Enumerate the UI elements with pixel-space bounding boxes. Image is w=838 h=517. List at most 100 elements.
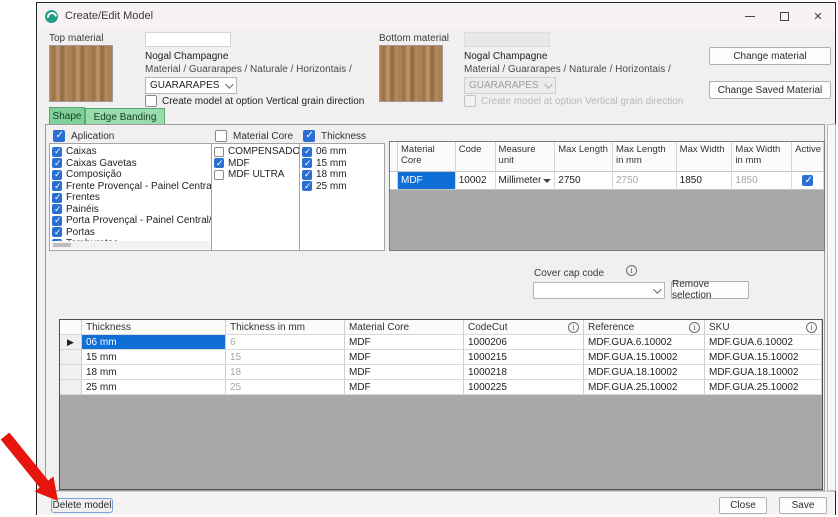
cell-thickness[interactable]: 15 mm	[82, 350, 226, 365]
change-material-button[interactable]: Change material	[709, 47, 831, 65]
cell-reference[interactable]: MDF.GUA.15.10002	[584, 350, 705, 365]
panel-vertical-scrollbar[interactable]	[827, 124, 836, 491]
checkbox[interactable]	[214, 158, 224, 168]
list-item[interactable]: Portas	[52, 227, 212, 239]
cell-sku[interactable]: MDF.GUA.6.10002	[705, 335, 822, 350]
cell-codecut[interactable]: 1000225	[464, 380, 584, 395]
chevron-down-icon	[225, 80, 233, 88]
list-item[interactable]: 06 mm	[302, 146, 384, 158]
dropdown-arrow-icon[interactable]	[543, 179, 551, 183]
vertical-grain-checkbox[interactable]	[145, 95, 157, 107]
cell-reference[interactable]: MDF.GUA.6.10002	[584, 335, 705, 350]
checkbox[interactable]	[52, 181, 62, 191]
cell-material-core[interactable]: MDF	[345, 365, 464, 380]
list-item[interactable]: Caixas Gavetas	[52, 158, 212, 170]
bottom-material-brand-select: GUARARAPES	[464, 77, 556, 94]
active-checkbox[interactable]	[802, 175, 813, 186]
cover-cap-code-label: Cover cap code	[534, 268, 604, 279]
change-saved-material-button[interactable]: Change Saved Material	[709, 81, 831, 99]
cell-sku[interactable]: MDF.GUA.18.10002	[705, 365, 822, 380]
list-item[interactable]: Composição	[52, 169, 212, 181]
row-gutter	[390, 172, 398, 190]
list-item[interactable]: Porta Provençal - Painel Central/Traseir…	[52, 215, 212, 227]
application-listbox[interactable]: Caixas Caixas Gavetas Composição Frente …	[49, 143, 213, 251]
list-item[interactable]: Frentes	[52, 192, 212, 204]
maximize-button[interactable]	[767, 3, 801, 29]
table-row[interactable]: 25 mm 25 MDF 1000225 MDF.GUA.25.10002 MD…	[60, 380, 822, 395]
remove-selection-button[interactable]: Remove selection	[671, 281, 749, 299]
row-selector[interactable]	[60, 365, 82, 380]
list-item[interactable]: MDF ULTRA	[214, 169, 302, 181]
size-table-row[interactable]: MDF 10002 Millimeter 2750 2750 1850 1850	[390, 172, 824, 190]
cell-material-core[interactable]: MDF	[345, 350, 464, 365]
application-group-header[interactable]: Aplication	[53, 130, 114, 142]
delete-model-button[interactable]: Delete model	[51, 498, 113, 513]
row-selector[interactable]: ▶	[60, 335, 82, 350]
cell-sku[interactable]: MDF.GUA.15.10002	[705, 350, 822, 365]
horizontal-scrollbar[interactable]	[51, 241, 211, 249]
checkbox[interactable]	[52, 193, 62, 203]
list-item[interactable]: Painéis	[52, 204, 212, 216]
close-button[interactable]: ✕	[801, 3, 835, 29]
cell-thickness[interactable]: 18 mm	[82, 365, 226, 380]
top-grain-checkbox-row[interactable]: Create model at option Vertical grain di…	[145, 95, 364, 107]
cover-cap-code-select[interactable]	[533, 282, 665, 299]
cell-max-width[interactable]: 1850	[677, 172, 733, 190]
checkbox[interactable]	[214, 147, 224, 157]
checkbox[interactable]	[52, 204, 62, 214]
title-bar[interactable]: Create/Edit Model ✕	[37, 3, 835, 29]
cell-max-length[interactable]: 2750	[555, 172, 613, 190]
cell-reference[interactable]: MDF.GUA.25.10002	[584, 380, 705, 395]
list-item[interactable]: 18 mm	[302, 169, 384, 181]
material-core-checkbox[interactable]	[215, 130, 227, 142]
checkbox[interactable]	[302, 170, 312, 180]
cell-codecut[interactable]: 1000206	[464, 335, 584, 350]
row-selector[interactable]	[60, 350, 82, 365]
cell-measure-unit[interactable]: Millimeter	[496, 172, 556, 190]
thickness-group-header[interactable]: Thickness	[303, 130, 366, 142]
checkbox[interactable]	[52, 227, 62, 237]
cell-reference[interactable]: MDF.GUA.18.10002	[584, 365, 705, 380]
top-material-brand-select[interactable]: GUARARAPES	[145, 77, 237, 94]
material-core-listbox[interactable]: COMPENSADO MDF MDF ULTRA	[211, 143, 303, 251]
scrollbar-thumb[interactable]	[53, 243, 71, 247]
checkbox[interactable]	[52, 170, 62, 180]
cell-codecut[interactable]: 1000215	[464, 350, 584, 365]
table-row[interactable]: 18 mm 18 MDF 1000218 MDF.GUA.18.10002 MD…	[60, 365, 822, 380]
row-selector[interactable]	[60, 380, 82, 395]
list-item[interactable]: Frente Provençal - Painel Central/Trasei…	[52, 181, 212, 193]
list-item[interactable]: MDF	[214, 158, 302, 170]
table-row[interactable]: 15 mm 15 MDF 1000215 MDF.GUA.15.10002 MD…	[60, 350, 822, 365]
cell-active[interactable]	[792, 172, 824, 190]
tab-shape[interactable]: Shape	[49, 107, 85, 124]
checkbox[interactable]	[52, 216, 62, 226]
checkbox[interactable]	[302, 181, 312, 191]
material-core-group-header[interactable]: Material Core	[215, 130, 293, 142]
application-checkbox[interactable]	[53, 130, 65, 142]
thickness-listbox[interactable]: 06 mm 15 mm 18 mm 25 mm	[299, 143, 385, 251]
list-item[interactable]: 15 mm	[302, 158, 384, 170]
cell-code[interactable]: 10002	[456, 172, 496, 190]
thickness-checkbox[interactable]	[303, 130, 315, 142]
cell-material-core[interactable]: MDF	[345, 335, 464, 350]
top-material-name-input[interactable]	[145, 32, 231, 47]
checkbox[interactable]	[302, 158, 312, 168]
minimize-button[interactable]	[733, 3, 767, 29]
checkbox[interactable]	[52, 158, 62, 168]
cell-material-core[interactable]: MDF	[398, 172, 456, 190]
cell-material-core[interactable]: MDF	[345, 380, 464, 395]
checkbox[interactable]	[214, 170, 224, 180]
tab-edge-banding[interactable]: Edge Banding	[85, 108, 165, 125]
cell-sku[interactable]: MDF.GUA.25.10002	[705, 380, 822, 395]
cell-thickness[interactable]: 25 mm	[82, 380, 226, 395]
cell-codecut[interactable]: 1000218	[464, 365, 584, 380]
save-button[interactable]: Save	[779, 497, 827, 514]
close-dialog-button[interactable]: Close	[719, 497, 767, 514]
list-item[interactable]: COMPENSADO	[214, 146, 302, 158]
checkbox[interactable]	[302, 147, 312, 157]
table-row[interactable]: ▶ 06 mm 6 MDF 1000206 MDF.GUA.6.10002 MD…	[60, 335, 822, 350]
cell-thickness[interactable]: 06 mm	[82, 335, 226, 350]
list-item[interactable]: 25 mm	[302, 181, 384, 193]
checkbox[interactable]	[52, 147, 62, 157]
list-item[interactable]: Caixas	[52, 146, 212, 158]
